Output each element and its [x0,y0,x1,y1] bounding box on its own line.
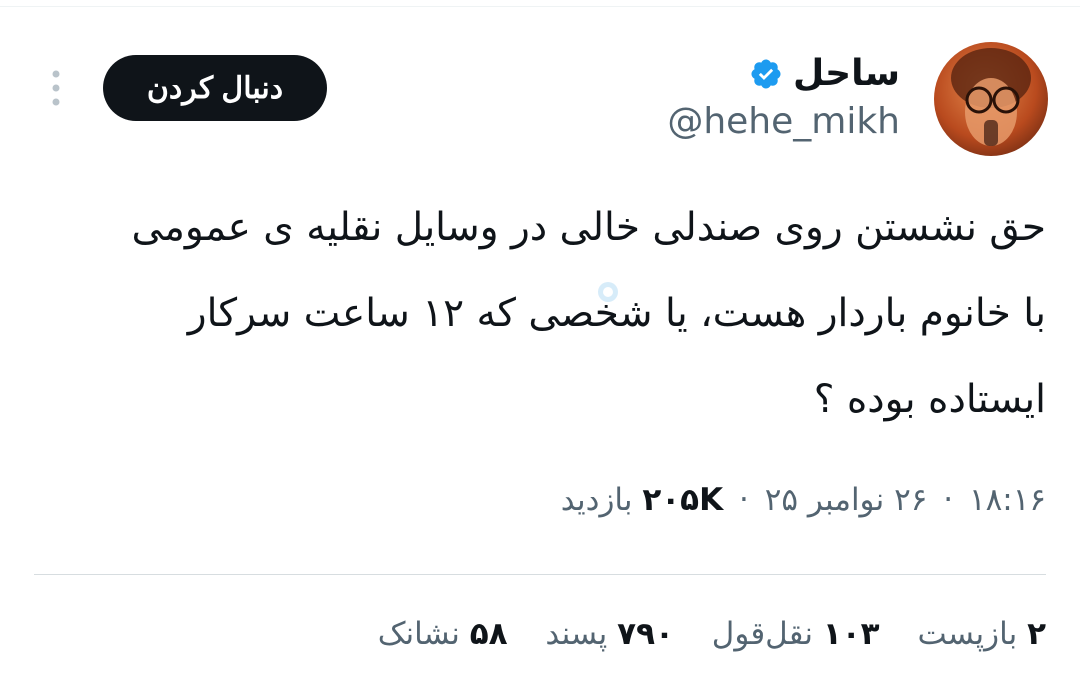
stat-bookmarks[interactable]: ۵۸ نشانک [378,616,508,652]
tweet-text-line: با خانوم باردار هست، یا شخصی که ۱۲ ساعت … [187,291,1046,336]
views-label: بازدید [560,482,633,518]
author-name-row[interactable]: ساحل [749,52,900,96]
stat-reposts[interactable]: ۲ بازپست [908,616,1046,652]
views-count: ۲۰۵K [642,482,724,518]
tweet-text: حق نشستن روی صندلی خالی در وسایل نقلیه ی… [40,185,1046,443]
likes-count: ۷۹۰ [617,616,674,652]
tweet-text-line: حق نشستن روی صندلی خالی در وسایل نقلیه ی… [131,205,1046,250]
tweet-time[interactable]: ۱۸:۱۶ [969,482,1046,518]
meta-separator: · [943,482,954,518]
more-options-icon[interactable] [46,68,66,108]
tweet-meta: ۱۸:۱۶ · ۲۶ نوامبر ۲۵ · ۲۰۵K بازدید [561,480,1046,520]
likes-label: پسند [545,616,608,652]
stat-quotes[interactable]: ۱۰۳ نقل‌قول [702,616,880,652]
author-handle[interactable]: @hehe_mikh [667,100,900,144]
reposts-label: بازپست [917,616,1018,652]
avatar[interactable] [934,42,1048,156]
engagement-stats: ۲ بازپست ۱۰۳ نقل‌قول ۷۹۰ پسند ۵۸ نشانک [350,614,1046,654]
author-display-name[interactable]: ساحل [793,52,900,96]
quotes-label: نقل‌قول [711,616,813,652]
verified-badge-icon [749,57,783,91]
reposts-count: ۲ [1027,616,1046,652]
watermark-logo-icon [588,270,628,310]
tweet-date[interactable]: ۲۶ نوامبر ۲۵ [765,482,928,518]
meta-separator: · [739,482,749,518]
quotes-count: ۱۰۳ [822,616,880,652]
stat-likes[interactable]: ۷۹۰ پسند [536,616,674,652]
stats-divider [34,574,1046,575]
bookmarks-count: ۵۸ [469,616,508,652]
bookmarks-label: نشانک [377,616,460,652]
follow-button[interactable]: دنبال کردن [103,55,327,121]
top-divider [0,6,1080,7]
tweet-text-line: ایستاده بوده ؟ [813,377,1046,422]
